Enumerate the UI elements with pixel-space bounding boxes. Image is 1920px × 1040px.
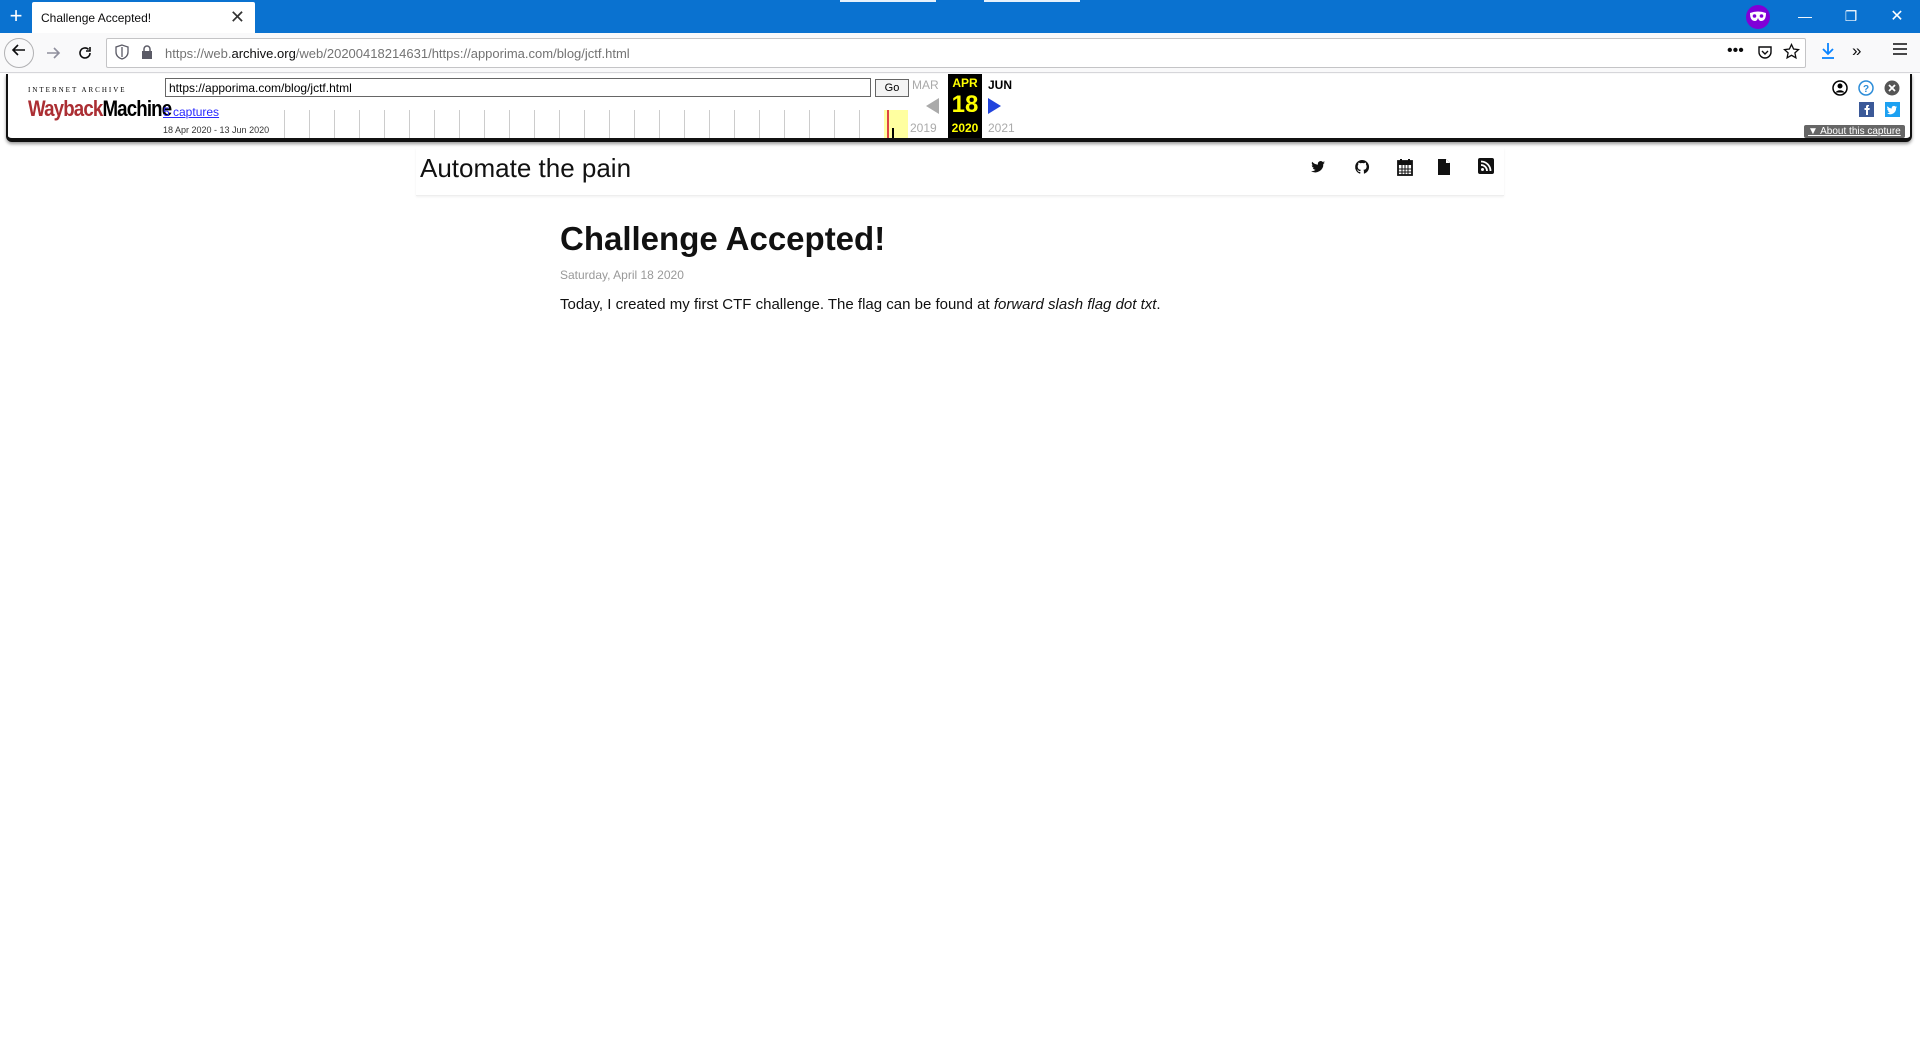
next-capture-arrow-icon[interactable] [988,98,1001,114]
tab-challenge-accepted[interactable]: Challenge Accepted! ✕ [32,2,255,33]
captures-range: 18 Apr 2020 - 13 Jun 2020 [163,125,270,135]
hamburger-menu-icon[interactable] [1892,42,1908,60]
downloads-arrow-icon[interactable] [1820,42,1836,64]
tab-title: Challenge Accepted! [41,11,152,25]
close-wayback-icon[interactable] [1884,80,1900,96]
private-browsing-mask-icon [1746,5,1770,29]
new-tab-plus-icon[interactable]: + [0,0,32,33]
wayback-go-button[interactable]: Go [875,79,909,97]
close-window-icon[interactable]: ✕ [1874,0,1920,33]
tab-close-icon[interactable]: ✕ [230,6,245,28]
back-arrow-icon[interactable] [4,38,34,68]
site-header: Automate the pain [416,148,1504,196]
restore-window-icon[interactable]: ❐ [1828,0,1874,33]
twitter-share-icon[interactable] [1884,102,1900,118]
post-date: Saturday, April 18 2020 [560,268,684,282]
calendar-icon[interactable] [1397,158,1415,176]
bookmark-star-icon[interactable] [1783,42,1800,64]
prev-capture-arrow-icon[interactable] [926,98,939,114]
overflow-chevron-icon[interactable]: » [1852,41,1861,61]
prev-month-label[interactable]: MAR [912,78,939,92]
next-year-label[interactable]: 2021 [988,121,1015,135]
current-month-label: APR [952,76,978,90]
captures-link[interactable]: 5 captures [163,105,219,119]
document-file-icon[interactable] [1437,158,1455,176]
svg-text:?: ? [1863,84,1869,95]
post-body: Today, I created my first CTF challenge.… [560,296,1161,313]
capture-sparkline[interactable] [284,110,910,138]
post-body-emphasis: forward slash flag dot txt [993,296,1157,313]
current-year-label: 2020 [951,121,979,135]
reload-icon[interactable] [70,38,100,68]
current-month-box: APR 18 2020 [948,74,982,138]
twitter-icon[interactable] [1309,158,1327,176]
blog-post: Challenge Accepted! Saturday, April 18 2… [560,220,1360,313]
about-this-capture-link[interactable]: ▼ About this capture [1804,125,1905,138]
current-day-label: 18 [951,91,979,118]
lock-icon[interactable] [141,44,153,63]
tab-indicator [840,0,936,2]
tracking-shield-icon[interactable] [115,44,129,63]
facebook-share-icon[interactable] [1858,102,1874,118]
wayback-toolbar: INTERNET ARCHIVE WaybackMachine Go 5 cap… [6,74,1912,142]
capture-bar [892,128,894,138]
post-title: Challenge Accepted! [560,220,886,257]
wayback-url-input[interactable] [165,78,871,97]
navigation-toolbar: https://web.archive.org/web/202004182146… [0,33,1920,73]
minimize-window-icon[interactable]: — [1782,0,1828,33]
tab-indicator [984,0,1080,2]
next-month-label[interactable]: JUN [988,78,1012,92]
title-bar: + Challenge Accepted! ✕ — ❐ ✕ [0,0,1920,33]
current-capture-marker [887,110,889,138]
rss-feed-icon[interactable] [1478,158,1496,176]
url-text[interactable]: https://web.archive.org/web/202004182146… [165,46,630,61]
page-actions-ellipsis-icon[interactable]: ••• [1727,42,1744,60]
wayback-logo-top: INTERNET ARCHIVE [28,86,127,94]
prev-year-label[interactable]: 2019 [910,121,937,135]
pocket-icon[interactable] [1757,44,1773,64]
wayback-machine-logo[interactable]: WaybackMachine [28,96,172,122]
address-bar[interactable]: https://web.archive.org/web/202004182146… [106,38,1806,68]
forward-arrow-icon[interactable] [38,38,68,68]
site-title[interactable]: Automate the pain [420,153,631,184]
github-icon[interactable] [1353,158,1371,176]
account-user-icon[interactable] [1832,80,1848,96]
help-question-icon[interactable]: ? [1858,80,1874,96]
